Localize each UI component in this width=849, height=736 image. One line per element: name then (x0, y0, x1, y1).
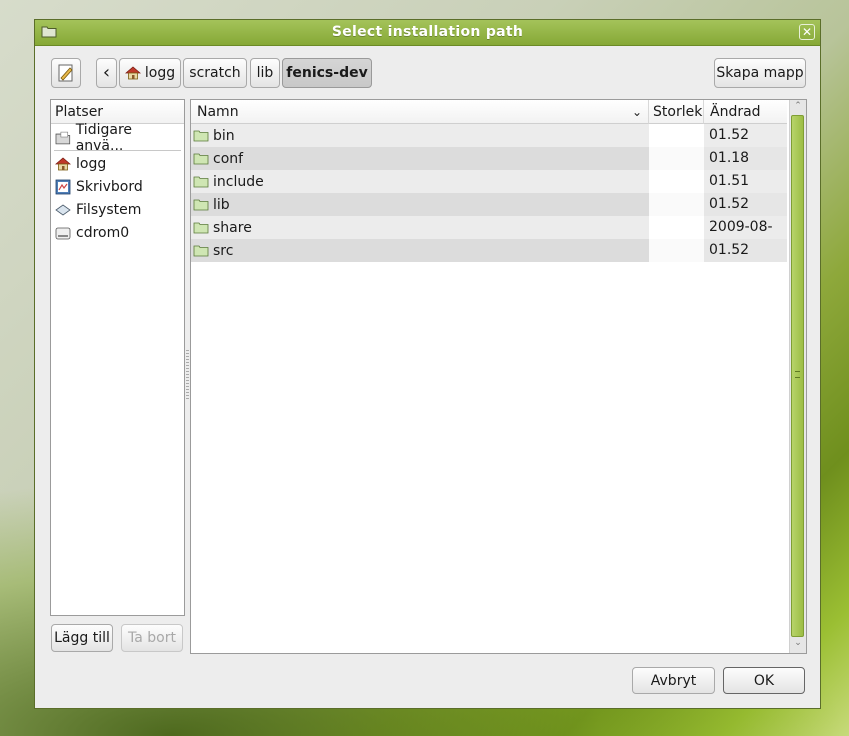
place-label: Filsystem (76, 201, 142, 218)
column-name-label: Namn (197, 104, 239, 120)
file-name: bin (213, 127, 235, 144)
file-list-panel: Namn ⌄ Storlek Ändrad bin 01.52 conf 01.18 i… (190, 99, 807, 654)
pencil-paper-icon (58, 64, 73, 82)
place-label: logg (76, 155, 107, 172)
file-name: lib (213, 196, 230, 213)
file-name: include (213, 173, 264, 190)
folder-icon (193, 222, 209, 234)
path-back-button[interactable]: ‹ (96, 58, 117, 88)
file-name: conf (213, 150, 244, 167)
file-modified: 01.52 (704, 239, 787, 262)
file-size (649, 239, 704, 262)
file-size (649, 193, 704, 216)
file-name-cell: src (191, 239, 649, 262)
file-size (649, 147, 704, 170)
window-title: Select installation path (331, 24, 524, 40)
drive-icon (55, 204, 71, 215)
file-name: share (213, 219, 252, 236)
remove-place-button: Ta bort (121, 624, 183, 652)
file-name-cell: conf (191, 147, 649, 170)
place-item-home[interactable]: logg (53, 152, 182, 175)
file-row[interactable]: include 01.51 (191, 170, 787, 193)
add-place-label: Lägg till (54, 630, 110, 646)
place-item-recent[interactable]: Tidigare anvä... (53, 122, 182, 154)
desktop-icon (55, 179, 71, 194)
folder-icon (193, 130, 209, 142)
folder-icon (193, 176, 209, 188)
path-button-scratch[interactable]: scratch (183, 58, 247, 88)
file-row[interactable]: lib 01.52 (191, 193, 787, 216)
create-folder-button[interactable]: Skapa mapp (714, 58, 806, 88)
path-button-fenics-dev[interactable]: fenics-dev (282, 58, 372, 88)
remove-place-label: Ta bort (128, 630, 176, 646)
close-icon: ✕ (801, 25, 813, 39)
edit-location-button[interactable] (51, 58, 81, 88)
home-icon (55, 156, 71, 170)
vertical-scrollbar[interactable]: ⌃ ⌄ (789, 100, 806, 653)
path-label: lib (256, 65, 274, 81)
path-label: logg (144, 65, 176, 81)
folder-icon (193, 245, 209, 257)
cancel-label: Avbryt (650, 672, 697, 689)
place-item-cdrom[interactable]: cdrom0 (53, 221, 182, 244)
scroll-up-icon[interactable]: ⌃ (791, 101, 805, 115)
file-chooser-dialog: Select installation path ✕ ‹ logg scratc… (34, 19, 821, 709)
recent-files-icon (55, 131, 71, 144)
column-header-size[interactable]: Storlek (649, 100, 704, 124)
close-button[interactable]: ✕ (799, 24, 815, 40)
file-modified: 2009-08-03 (704, 216, 787, 258)
path-button-home[interactable]: logg (119, 58, 181, 88)
file-size (649, 170, 704, 193)
places-separator (54, 150, 181, 151)
file-modified: 01.52 (704, 124, 787, 147)
ok-label: OK (753, 672, 775, 689)
pane-splitter-handle[interactable] (186, 350, 189, 400)
path-label: fenics-dev (286, 65, 368, 81)
add-place-button[interactable]: Lägg till (51, 624, 113, 652)
file-size (649, 216, 704, 239)
file-row[interactable]: share 2009-08-03 (191, 216, 787, 258)
places-header-label: Platser (55, 104, 104, 120)
file-modified: 01.51 (704, 170, 787, 193)
column-modified-label: Ändrad (710, 104, 761, 120)
chevron-left-icon: ‹ (102, 62, 111, 83)
path-label: scratch (189, 65, 241, 81)
title-bar[interactable]: Select installation path ✕ (35, 20, 820, 46)
file-name-cell: lib (191, 193, 649, 216)
column-size-label: Storlek (653, 104, 703, 120)
file-modified: 01.52 (704, 193, 787, 216)
file-name: src (213, 242, 234, 259)
create-folder-label: Skapa mapp (716, 65, 804, 81)
home-icon (124, 66, 141, 80)
column-header-modified[interactable]: Ändrad (704, 100, 787, 124)
place-item-desktop[interactable]: Skrivbord (53, 175, 182, 198)
file-row[interactable]: src 01.52 (191, 239, 787, 262)
place-label: Skrivbord (76, 178, 143, 195)
place-item-filesystem[interactable]: Filsystem (53, 198, 182, 221)
ok-button[interactable]: OK (723, 667, 805, 694)
cdrom-icon (55, 227, 71, 239)
folder-icon (193, 153, 209, 165)
place-label: Tidigare anvä... (75, 121, 133, 154)
folder-icon (193, 199, 209, 211)
grip-icon (795, 371, 800, 378)
sort-chevron-down-icon: ⌄ (631, 105, 642, 119)
file-size (649, 124, 704, 147)
file-name-cell: bin (191, 124, 649, 147)
scrollbar-thumb[interactable] (791, 115, 804, 637)
places-panel: Platser Tidigare anvä... logg Skrivbord … (50, 99, 185, 616)
file-row[interactable]: conf 01.18 (191, 147, 787, 170)
column-header-name[interactable]: Namn ⌄ (191, 100, 649, 124)
cancel-button[interactable]: Avbryt (632, 667, 715, 694)
file-row[interactable]: bin 01.52 (191, 124, 787, 147)
place-label: cdrom0 (76, 224, 130, 241)
path-button-lib[interactable]: lib (250, 58, 280, 88)
scroll-down-icon[interactable]: ⌄ (791, 638, 805, 652)
file-name-cell: share (191, 216, 649, 239)
file-modified: 01.18 (704, 147, 787, 170)
places-header[interactable]: Platser (51, 100, 184, 124)
file-name-cell: include (191, 170, 649, 193)
